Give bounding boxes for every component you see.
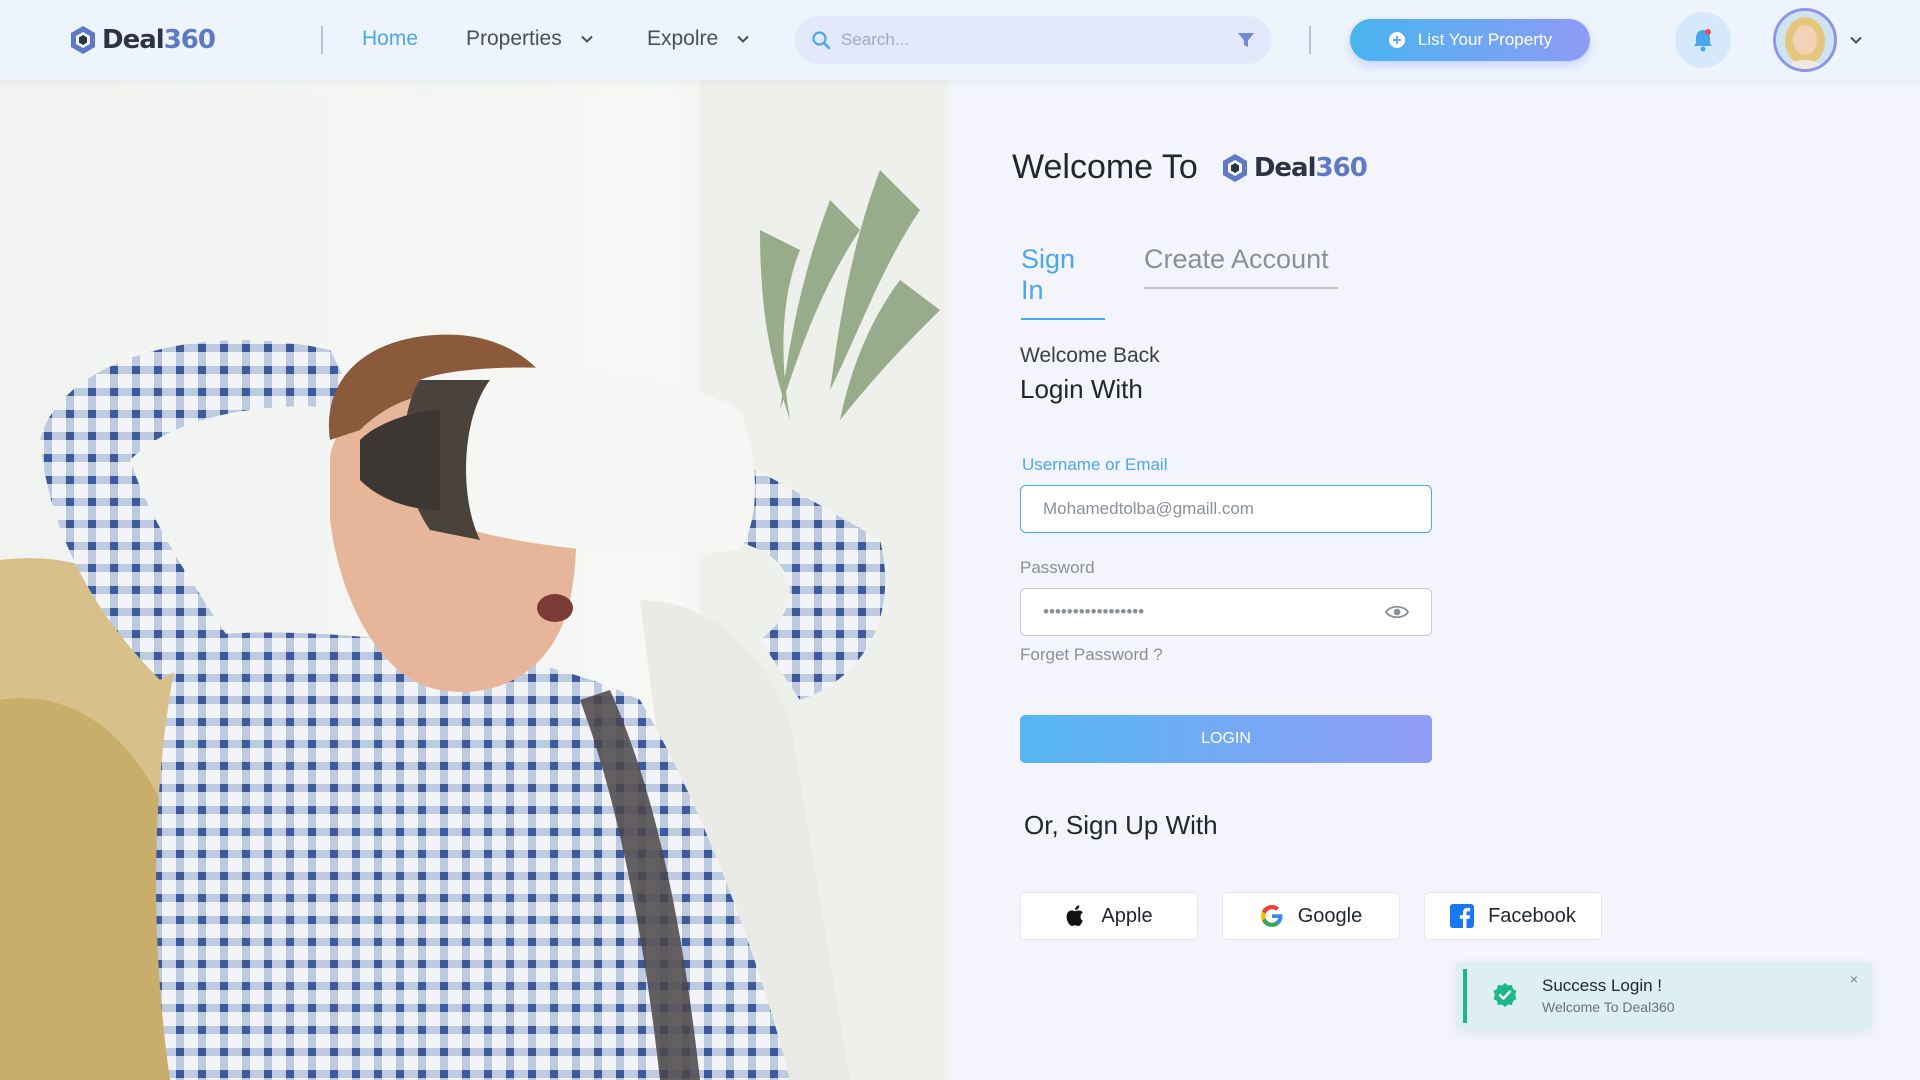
apple-label: Apple: [1101, 904, 1153, 927]
bell-icon: [1694, 29, 1712, 52]
brand-wordmark: Deal360: [102, 25, 216, 55]
logo-mark-icon: [71, 26, 95, 54]
chevron-down-icon: [737, 35, 749, 43]
vr-user-illustration: [0, 80, 948, 1080]
password-label: Password: [1020, 558, 1095, 577]
apple-icon: [1066, 905, 1084, 927]
list-your-property-button[interactable]: List Your Property: [1350, 19, 1590, 61]
google-label: Google: [1297, 904, 1363, 927]
google-signup-button[interactable]: Google: [1222, 892, 1400, 940]
search-icon: [812, 31, 831, 50]
user-avatar: [1773, 8, 1837, 72]
facebook-label: Facebook: [1488, 904, 1576, 927]
nav-explore-label: Expolre: [647, 27, 719, 50]
list-your-property-label: List Your Property: [1417, 30, 1553, 49]
notifications-button[interactable]: [1675, 12, 1731, 68]
brand-logo[interactable]: Deal360: [68, 22, 216, 58]
welcome-back-text: Welcome Back: [1020, 344, 1160, 367]
password-field[interactable]: [1020, 588, 1432, 636]
user-menu[interactable]: [1773, 8, 1863, 72]
nav-properties[interactable]: Properties: [466, 27, 594, 51]
nav-explore[interactable]: Expolre: [647, 27, 750, 51]
tab-sign-in[interactable]: Sign In: [1021, 244, 1105, 320]
search-bar[interactable]: [795, 16, 1271, 64]
apple-signup-button[interactable]: Apple: [1020, 892, 1198, 940]
chevron-down-icon: [1850, 36, 1862, 44]
toast-title: Success Login !: [1542, 976, 1663, 995]
success-toast: Success Login ! Welcome To Deal360 ×: [1456, 962, 1872, 1030]
toast-close-button[interactable]: ×: [1850, 971, 1858, 987]
top-navigation-bar: Deal360 Home Properties Expolre List You…: [0, 0, 1920, 80]
or-sign-up-heading: Or, Sign Up With: [1024, 810, 1218, 840]
nav-properties-label: Properties: [466, 27, 562, 50]
forgot-password-link[interactable]: Forget Password ?: [1020, 645, 1163, 665]
username-input[interactable]: [1043, 499, 1409, 519]
hero-photo: [0, 80, 948, 1080]
nav-divider: [1309, 26, 1311, 54]
nav-home[interactable]: Home: [362, 27, 418, 51]
plus-circle-icon: [1388, 32, 1405, 48]
password-input[interactable]: [1043, 602, 1385, 622]
login-with-heading: Login With: [1020, 374, 1143, 404]
chevron-down-icon: [581, 35, 593, 43]
check-circle-icon: [1493, 983, 1517, 1007]
brand-logo: Deal360: [1220, 150, 1368, 186]
tab-create-account[interactable]: Create Account: [1144, 244, 1338, 289]
toast-accent-bar: [1463, 969, 1467, 1023]
brand-wordmark: Deal360: [1253, 152, 1368, 183]
welcome-heading: Welcome To Deal360: [1012, 148, 1368, 187]
username-field[interactable]: [1020, 485, 1432, 533]
eye-icon[interactable]: [1385, 604, 1409, 620]
google-icon: [1260, 905, 1283, 927]
login-button[interactable]: LOGIN: [1020, 715, 1432, 763]
nav-home-label: Home: [362, 27, 419, 50]
username-label: Username or Email: [1022, 455, 1168, 474]
facebook-signup-button[interactable]: Facebook: [1424, 892, 1602, 940]
welcome-title: Welcome To: [1012, 148, 1198, 186]
nav-divider: [321, 26, 323, 54]
filter-icon[interactable]: [1237, 31, 1255, 49]
facebook-icon: [1450, 904, 1475, 928]
search-input[interactable]: [841, 30, 1237, 50]
logo-mark-icon: [1222, 153, 1247, 182]
toast-message: Welcome To Deal360: [1542, 999, 1675, 1015]
